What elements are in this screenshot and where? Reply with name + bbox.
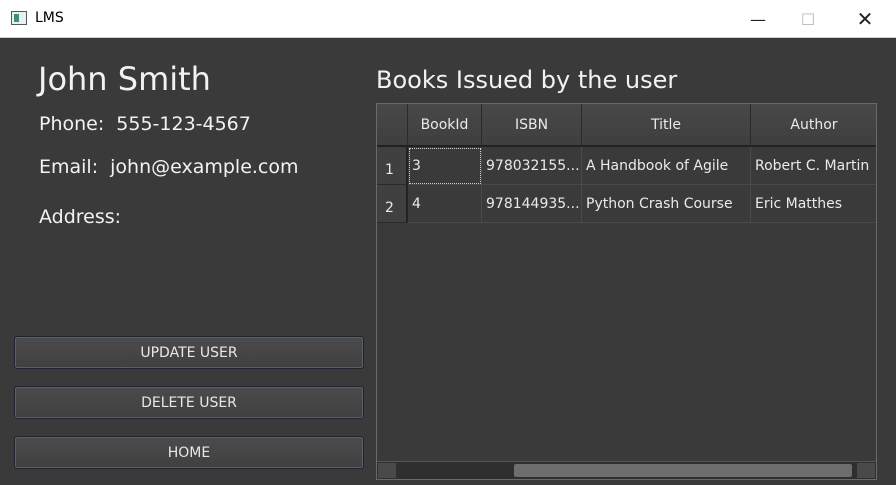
window-title: LMS [35, 10, 64, 26]
cell-isbn[interactable]: 978032155... [482, 147, 582, 185]
row-header[interactable]: 2 [377, 185, 408, 223]
phone-label: Phone: [39, 113, 105, 135]
home-button[interactable]: HOME [14, 436, 364, 469]
cell-bookid[interactable]: 3 [408, 147, 482, 185]
scroll-left-button[interactable] [378, 463, 396, 478]
corner-header[interactable] [377, 104, 408, 147]
cell-title[interactable]: Python Crash Course [582, 185, 751, 223]
update-user-button[interactable]: UPDATE USER [14, 336, 364, 369]
cell-author[interactable]: Eric Matthes [751, 185, 876, 223]
maximize-button[interactable]: ☐ [785, 0, 831, 38]
cell-title[interactable]: A Handbook of Agile [582, 147, 751, 185]
address-label: Address: [39, 206, 122, 228]
table-title: Books Issued by the user [376, 66, 678, 94]
app-icon [11, 11, 27, 25]
close-button[interactable]: ✕ [842, 0, 888, 38]
horizontal-scrollbar[interactable] [377, 461, 876, 479]
address-row: Address: [39, 206, 133, 228]
email-label: Email: [39, 156, 99, 178]
column-header-bookid[interactable]: BookId [408, 104, 482, 147]
books-table: BookId ISBN Title Author 1 3 978032155..… [376, 103, 877, 480]
minimize-button[interactable]: — [735, 0, 781, 38]
cell-bookid[interactable]: 4 [408, 185, 482, 223]
email-value: john@example.com [110, 156, 299, 178]
email-row: Email: john@example.com [39, 156, 299, 178]
column-header-author[interactable]: Author [751, 104, 876, 147]
row-header[interactable]: 1 [377, 147, 408, 185]
phone-row: Phone: 555-123-4567 [39, 113, 251, 135]
scrollbar-thumb[interactable] [514, 464, 852, 477]
column-header-isbn[interactable]: ISBN [482, 104, 582, 147]
scroll-right-button[interactable] [857, 463, 875, 478]
column-header-title[interactable]: Title [582, 104, 751, 147]
user-name: John Smith [38, 60, 211, 98]
cell-author[interactable]: Robert C. Martin [751, 147, 876, 185]
cell-isbn[interactable]: 978144935... [482, 185, 582, 223]
delete-user-button[interactable]: DELETE USER [14, 386, 364, 419]
phone-value: 555-123-4567 [116, 113, 251, 135]
title-bar: LMS — ☐ ✕ [0, 0, 896, 38]
